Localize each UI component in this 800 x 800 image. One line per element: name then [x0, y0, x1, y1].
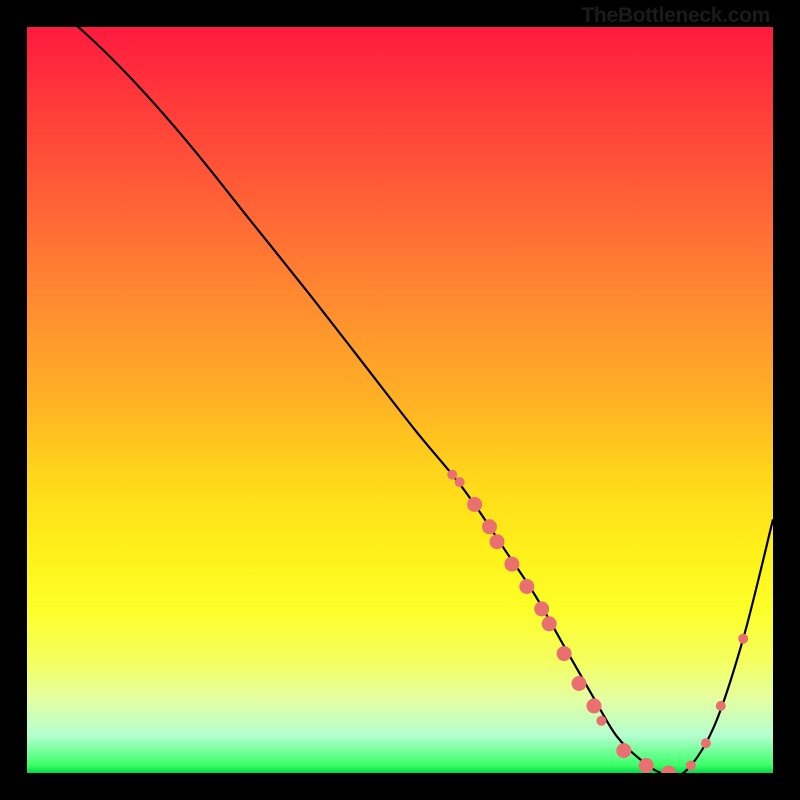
data-point-marker	[534, 601, 549, 616]
data-point-marker	[587, 698, 602, 713]
curve-svg	[27, 27, 773, 773]
data-point-marker	[596, 716, 606, 726]
plot-area	[27, 27, 773, 773]
data-point-marker	[716, 701, 726, 711]
watermark-text: TheBottleneck.com	[581, 4, 770, 28]
data-point-marker	[557, 646, 572, 661]
data-point-marker	[482, 519, 497, 534]
data-point-marker	[738, 634, 748, 644]
data-point-marker	[572, 676, 587, 691]
data-point-marker	[519, 579, 534, 594]
data-point-marker	[639, 758, 654, 773]
data-point-marker	[686, 761, 696, 771]
data-point-marker	[455, 477, 465, 487]
data-markers	[447, 470, 748, 773]
data-point-marker	[701, 738, 711, 748]
data-point-marker	[467, 497, 482, 512]
data-point-marker	[447, 470, 457, 480]
chart-frame: TheBottleneck.com	[0, 0, 800, 800]
data-point-marker	[490, 534, 505, 549]
data-point-marker	[661, 766, 676, 774]
data-point-marker	[504, 557, 519, 572]
data-point-marker	[542, 616, 557, 631]
data-point-marker	[616, 743, 631, 758]
bottleneck-curve	[27, 27, 773, 773]
